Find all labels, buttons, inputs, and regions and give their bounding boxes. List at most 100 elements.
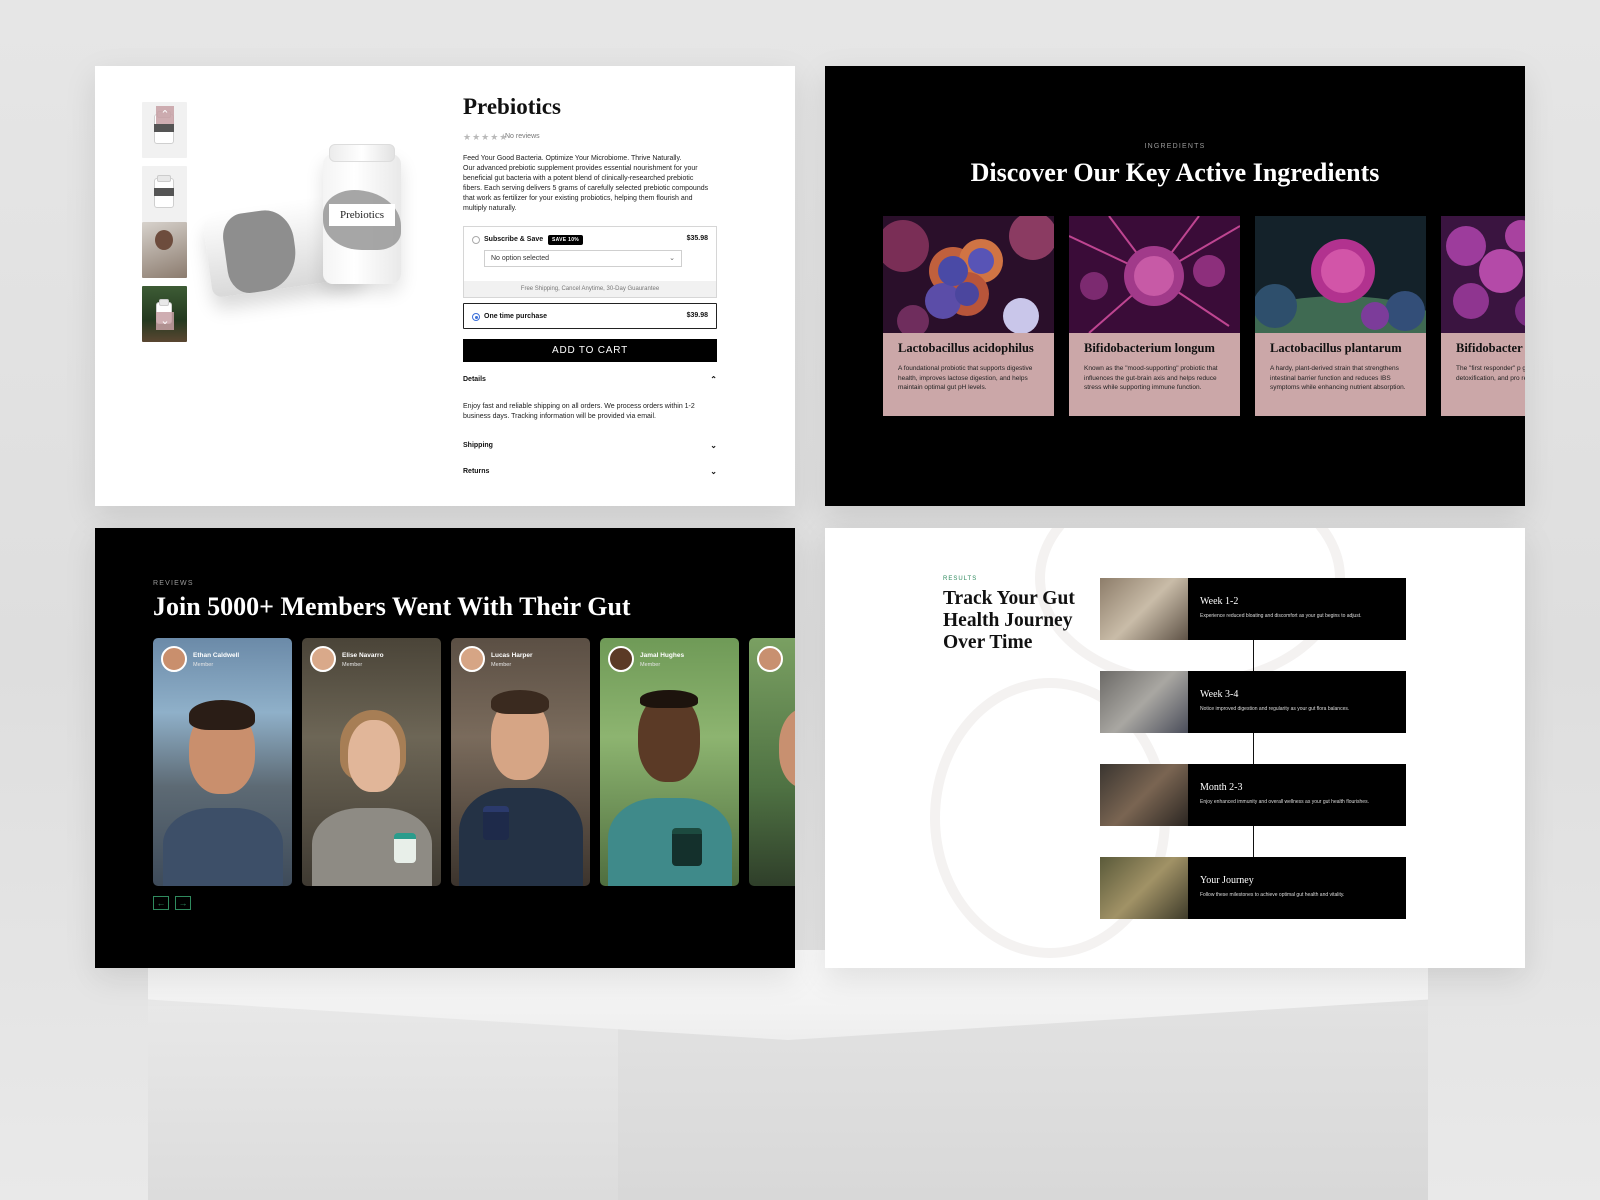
subscribe-price: $35.98 <box>686 235 708 242</box>
review-count[interactable]: No reviews <box>505 133 540 140</box>
product-card: ⌃ ⌄ Prebiotics Prebiotics ★★★★★ No revie… <box>95 66 795 506</box>
product-description: Feed Your Good Bacteria. Optimize Your M… <box>463 154 713 214</box>
section-title: Join 5000+ Members Went With Their Gut <box>153 592 631 621</box>
one-time-purchase-option[interactable]: One time purchase $39.98 <box>463 303 717 329</box>
member-avatar <box>608 646 634 672</box>
member-role: Member <box>640 662 661 668</box>
thumb-prev-icon[interactable]: ⌃ <box>156 106 174 124</box>
results-card: RESULTS Track Your Gut Health Journey Ov… <box>825 528 1525 968</box>
section-title: Track Your Gut Health Journey Over Time <box>943 588 1075 653</box>
subscribe-option[interactable]: Subscribe & Save SAVE 10% $35.98 No opti… <box>463 226 717 298</box>
ingredient-card[interactable]: Lactobacillus acidophilus A foundational… <box>883 216 1054 416</box>
bottle-band <box>219 206 301 296</box>
timeline-heading: Your Journey <box>1200 875 1254 886</box>
subscribe-radio[interactable] <box>472 236 480 244</box>
member-name: Lucas Harper <box>491 652 533 659</box>
product-image-bottle-upright: Prebiotics <box>323 144 401 284</box>
member-avatar <box>161 646 187 672</box>
ingredient-name: Lactobacillus plantarum <box>1270 341 1402 355</box>
ingredient-card[interactable]: Bifidobacterium longum Known as the "moo… <box>1069 216 1240 416</box>
rating-stars-icon: ★★★★★ <box>463 132 509 142</box>
chevron-down-icon: ⌄ <box>669 255 675 262</box>
person-torso <box>459 788 583 886</box>
microbe-image <box>1069 216 1240 333</box>
save-badge: SAVE 10% <box>548 235 584 245</box>
chevron-down-icon: ⌄ <box>710 441 717 450</box>
accordion-title: Returns <box>463 468 490 475</box>
reviews-card: REVIEWS Join 5000+ Members Went With The… <box>95 528 795 968</box>
ingredient-name: Lactobacillus acidophilus <box>898 341 1034 355</box>
bottle-band <box>154 188 174 196</box>
timeline-item: Your Journey Follow these milestones to … <box>1100 857 1406 919</box>
subscription-frequency-select[interactable]: No option selected ⌄ <box>484 250 682 267</box>
timeline-item: Week 3-4 Notice improved digestion and r… <box>1100 671 1406 733</box>
timeline-text: Notice improved digestion and regularity… <box>1200 706 1350 712</box>
product-thumbnail-2[interactable] <box>142 166 187 222</box>
review-video-card[interactable]: Lucas Harper Member <box>451 638 590 886</box>
section-title: Discover Our Key Active Ingredients <box>970 158 1380 187</box>
timeline-line <box>1253 634 1254 860</box>
one-time-radio[interactable] <box>472 313 480 321</box>
thumb-next-icon[interactable]: ⌄ <box>156 312 174 330</box>
ingredient-name: Bifidobacter <box>1456 341 1523 355</box>
member-role: Member <box>342 662 363 668</box>
arrow-right-icon[interactable]: → <box>175 896 191 910</box>
member-name: Elise Navarro <box>342 652 384 659</box>
section-eyebrow: REVIEWS <box>153 580 194 587</box>
timeline-photo <box>1100 578 1188 640</box>
bottle-band <box>154 124 174 132</box>
person-torso <box>608 798 732 886</box>
timeline-item: Week 1-2 Experience reduced bloating and… <box>1100 578 1406 640</box>
accordion-shipping[interactable]: Shipping ⌄ <box>463 441 717 450</box>
ingredient-description: A hardy, plant-derived strain that stren… <box>1270 365 1406 391</box>
person-hair <box>189 700 255 730</box>
timeline-heading: Week 3-4 <box>1200 689 1239 700</box>
arrow-left-icon[interactable]: ← <box>153 896 169 910</box>
member-name: Ethan Caldwell <box>193 652 240 659</box>
person-face <box>779 708 795 788</box>
chevron-down-icon: ⌄ <box>710 467 717 476</box>
review-video-card[interactable]: Jamal Hughes Member <box>600 638 739 886</box>
product-thumbnail-1[interactable]: ⌃ <box>142 102 187 158</box>
section-eyebrow: INGREDIENTS <box>1144 143 1206 150</box>
member-role: Member <box>193 662 214 668</box>
ingredient-description: Known as the "mood-supporting" probiotic… <box>1084 365 1218 391</box>
product-thumbnail-3[interactable] <box>142 222 187 278</box>
timeline-photo <box>1100 671 1188 733</box>
review-video-card[interactable]: Elise Navarro Member <box>302 638 441 886</box>
product-jar <box>483 806 509 840</box>
subscribe-benefits: Free Shipping, Cancel Anytime, 30-Day Gu… <box>464 281 716 297</box>
review-video-card[interactable]: Ethan Caldwell Member <box>153 638 292 886</box>
ingredient-card[interactable]: Bifidobacter The "first responder" p gut… <box>1441 216 1525 416</box>
product-thumbnail-4[interactable]: ⌄ <box>142 286 187 342</box>
person-torso <box>163 808 283 886</box>
timeline-text: Experience reduced bloating and discomfo… <box>1200 613 1362 619</box>
ingredients-card: INGREDIENTS Discover Our Key Active Ingr… <box>825 66 1525 506</box>
person-face <box>348 720 400 792</box>
bottle-label: Prebiotics <box>329 204 395 226</box>
product-jar <box>394 833 416 863</box>
accordion-returns[interactable]: Returns ⌄ <box>463 467 717 476</box>
member-role: Member <box>491 662 512 668</box>
timeline-text: Follow these milestones to achieve optim… <box>1200 892 1345 898</box>
accordion-title: Details <box>463 376 486 383</box>
subscribe-label: Subscribe & Save <box>484 236 544 243</box>
product-description-body: Our advanced prebiotic supplement provid… <box>463 165 709 212</box>
timeline-heading: Week 1-2 <box>1200 596 1239 607</box>
accordion-details[interactable]: Details ⌃ <box>463 375 717 384</box>
member-avatar <box>459 646 485 672</box>
add-to-cart-button[interactable]: ADD TO CART <box>463 339 717 362</box>
select-value: No option selected <box>491 255 549 262</box>
member-avatar <box>310 646 336 672</box>
timeline-heading: Month 2-3 <box>1200 782 1243 793</box>
review-video-card[interactable] <box>749 638 795 886</box>
microbe-image <box>883 216 1054 333</box>
member-avatar <box>757 646 783 672</box>
ingredient-card[interactable]: Lactobacillus plantarum A hardy, plant-d… <box>1255 216 1426 416</box>
timeline-photo <box>1100 857 1188 919</box>
chevron-up-icon: ⌃ <box>710 375 717 384</box>
person-hair <box>640 690 698 708</box>
person-hair <box>491 690 549 714</box>
timeline-item: Month 2-3 Enjoy enhanced immunity and ov… <box>1100 764 1406 826</box>
accordion-details-body: Enjoy fast and reliable shipping on all … <box>463 403 695 420</box>
